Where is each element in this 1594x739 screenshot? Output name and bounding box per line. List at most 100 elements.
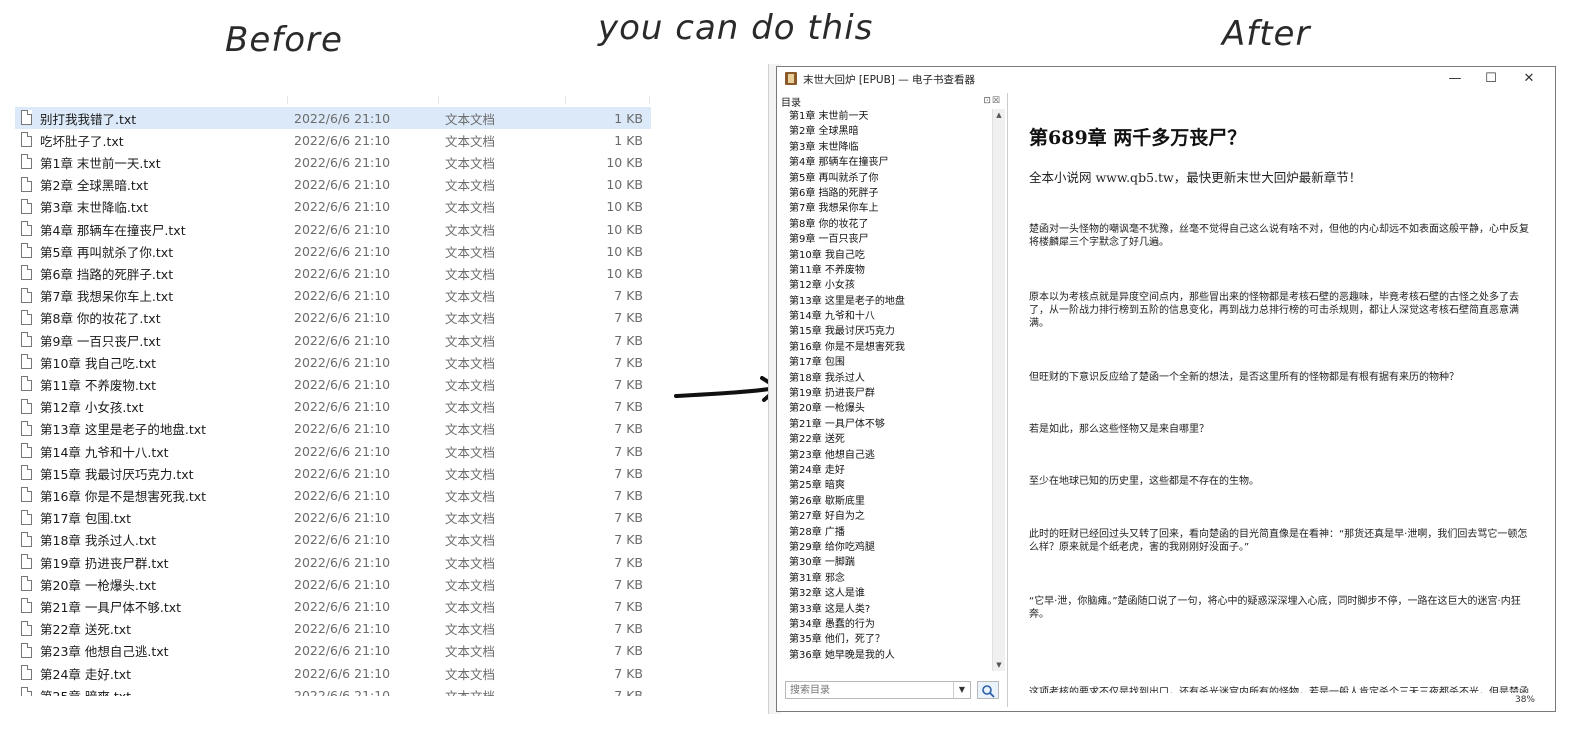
toc-item[interactable]: 第36章 她早晚是我的人	[789, 648, 989, 663]
toc-item[interactable]: 第25章 暗爽	[789, 478, 989, 493]
toc-panel: 目录 ⊡☒ 第1章 末世前一天 第2章 全球黑暗 第3章 末世降临 第4章 那辆车在撞…	[779, 93, 1008, 707]
toc-panel-buttons[interactable]: ⊡☒	[983, 96, 1001, 106]
caption-after: After	[1222, 14, 1311, 54]
file-row[interactable]: 第10章 我自己吃.txt 2022/6/6 21:10 文本文档 7 KB	[15, 351, 651, 373]
file-type: 文本文档	[445, 400, 496, 416]
toc-item[interactable]: 第14章 九爷和十八	[789, 309, 989, 324]
toc-item[interactable]: 第27章 好自为之	[789, 509, 989, 524]
file-date: 2022/6/6 21:10	[294, 154, 391, 170]
toc-item[interactable]: 第30章 一脚踹	[789, 555, 989, 570]
toc-item[interactable]: 第29章 给你吃鸡腿	[789, 540, 989, 555]
file-name: 第6章 挡路的死胖子.txt	[40, 266, 174, 282]
toc-item[interactable]: 第32章 这人是谁	[789, 586, 989, 601]
file-size: 10 KB	[606, 221, 643, 237]
toc-item[interactable]: 第12章 小女孩	[789, 278, 989, 293]
toc-search-input[interactable]	[786, 682, 960, 698]
file-name: 第17章 包围.txt	[40, 511, 132, 527]
file-row[interactable]: 别打我我错了.txt 2022/6/6 21:10 文本文档 1 KB	[15, 107, 651, 129]
file-row[interactable]: 第22章 送死.txt 2022/6/6 21:10 文本文档 7 KB	[15, 618, 651, 640]
toc-item[interactable]: 第20章 一枪爆头	[789, 401, 989, 416]
toc-item[interactable]: 第26章 歇斯底里	[789, 494, 989, 509]
scroll-up-icon[interactable]: ▲	[993, 109, 1005, 121]
file-size: 7 KB	[614, 465, 643, 481]
minimize-button[interactable]: —	[1437, 68, 1473, 90]
file-row[interactable]: 第7章 我想呆你车上.txt 2022/6/6 21:10 文本文档 7 KB	[15, 285, 651, 307]
file-row[interactable]: 吃坏肚子了.txt 2022/6/6 21:10 文本文档 1 KB	[15, 129, 651, 151]
toc-item[interactable]: 第21章 一具尸体不够	[789, 417, 989, 432]
toc-item[interactable]: 第16章 你是不是想害死我	[789, 340, 989, 355]
toc-scrollbar[interactable]: ▲ ▼	[992, 109, 1005, 671]
scroll-down-icon[interactable]: ▼	[993, 659, 1005, 671]
file-row[interactable]: 第15章 我最讨厌巧克力.txt 2022/6/6 21:10 文本文档 7 KB	[15, 462, 651, 484]
toc-item[interactable]: 第17章 包围	[789, 355, 989, 370]
title-bar[interactable]: 末世大回炉 [EPUB] — 电子书查看器 — ☐ ✕	[777, 67, 1555, 91]
ebook-viewer-window: 末世大回炉 [EPUB] — 电子书查看器 — ☐ ✕ 目录 ⊡☒ 第1章 末世…	[776, 66, 1556, 712]
toc-item[interactable]: 第2章 全球黑暗	[789, 124, 989, 139]
toc-item[interactable]: 第5章 再叫就杀了你	[789, 171, 989, 186]
file-name: 第11章 不养废物.txt	[40, 377, 157, 393]
file-name: 别打我我错了.txt	[40, 111, 137, 127]
toc-item[interactable]: 第11章 不养废物	[789, 263, 989, 278]
file-row[interactable]: 第17章 包围.txt 2022/6/6 21:10 文本文档 7 KB	[15, 507, 651, 529]
file-date: 2022/6/6 21:10	[294, 643, 391, 659]
file-size: 10 KB	[606, 199, 643, 215]
toc-item[interactable]: 第33章 这是人类?	[789, 602, 989, 617]
toc-item[interactable]: 第35章 他们，死了？	[789, 632, 989, 647]
text-file-icon	[21, 110, 32, 125]
toc-item[interactable]: 第3章 末世降临	[789, 140, 989, 155]
file-row[interactable]: 第5章 再叫就杀了你.txt 2022/6/6 21:10 文本文档 10 KB	[15, 240, 651, 262]
file-name: 第25章 暗爽.txt	[40, 686, 131, 696]
toc-item[interactable]: 第8章 你的妆花了	[789, 217, 989, 232]
file-row[interactable]: 第11章 不养废物.txt 2022/6/6 21:10 文本文档 7 KB	[15, 373, 651, 395]
toc-list: 第1章 末世前一天 第2章 全球黑暗 第3章 末世降临 第4章 那辆车在撞丧尸 第5章 …	[789, 109, 989, 671]
file-row[interactable]: 第3章 末世降临.txt 2022/6/6 21:10 文本文档 10 KB	[15, 196, 651, 218]
file-row[interactable]: 第23章 他想自己逃.txt 2022/6/6 21:10 文本文档 7 KB	[15, 640, 651, 662]
text-file-icon	[21, 443, 32, 458]
content-paragraph: 这项考核的要求不仅是找到出口，还有杀光迷宫内所有的怪物，若是一般人肯定杀个三天三…	[1029, 687, 1529, 693]
file-row[interactable]: 第16章 你是不是想害死我.txt 2022/6/6 21:10 文本文档 7 KB	[15, 484, 651, 506]
file-row[interactable]: 第2章 全球黑暗.txt 2022/6/6 21:10 文本文档 10 KB	[15, 174, 651, 196]
text-file-icon	[21, 376, 32, 392]
file-date: 2022/6/6 21:10	[294, 376, 391, 392]
toc-item[interactable]: 第1章 末世前一天	[789, 109, 989, 124]
toc-item[interactable]: 第34章 愚蠢的行为	[789, 617, 989, 632]
toc-item[interactable]: 第7章 我想呆你车上	[789, 201, 989, 216]
file-row[interactable]: 第1章 末世前一天.txt 2022/6/6 21:10 文本文档 10 KB	[15, 151, 651, 173]
search-button[interactable]	[977, 681, 999, 699]
content-paragraph: 原本以为考核点就是异度空间点内，那些冒出来的怪物都是考核石壁的恶趣味，毕竟考核石…	[1029, 292, 1519, 329]
toc-item[interactable]: 第6章 挡路的死胖子	[789, 186, 989, 201]
toc-item[interactable]: 第23章 他想自己逃	[789, 448, 989, 463]
file-row[interactable]: 第4章 那辆车在撞丧尸.txt 2022/6/6 21:10 文本文档 10 KB	[15, 218, 651, 240]
toc-item[interactable]: 第18章 我杀过人	[789, 371, 989, 386]
file-row[interactable]: 第9章 一百只丧尸.txt 2022/6/6 21:10 文本文档 7 KB	[15, 329, 651, 351]
file-row[interactable]: 第8章 你的妆花了.txt 2022/6/6 21:10 文本文档 7 KB	[15, 307, 651, 329]
chevron-down-icon[interactable]: ▼	[953, 682, 970, 698]
file-row[interactable]: 第25章 暗爽.txt 2022/6/6 21:10 文本文档 7 KB	[15, 684, 651, 696]
file-row[interactable]: 第14章 九爷和十八.txt 2022/6/6 21:10 文本文档 7 KB	[15, 440, 651, 462]
content-paragraph: 楚函对一头怪物的嘲讽毫不犹豫，丝毫不觉得自己这么说有啥不对，但他的内心却远不如表…	[1029, 224, 1529, 248]
toc-item[interactable]: 第15章 我最讨厌巧克力	[789, 324, 989, 339]
file-row[interactable]: 第24章 走好.txt 2022/6/6 21:10 文本文档 7 KB	[15, 662, 651, 684]
file-row[interactable]: 第18章 我杀过人.txt 2022/6/6 21:10 文本文档 7 KB	[15, 529, 651, 551]
text-file-icon	[21, 598, 32, 614]
toc-item[interactable]: 第9章 一百只丧尸	[789, 232, 989, 247]
file-size: 7 KB	[614, 487, 643, 503]
toc-item[interactable]: 第22章 送死	[789, 432, 989, 447]
file-row[interactable]: 第6章 挡路的死胖子.txt 2022/6/6 21:10 文本文档 10 KB	[15, 262, 651, 284]
toc-item[interactable]: 第28章 广播	[789, 525, 989, 540]
file-row[interactable]: 第13章 这里是老子的地盘.txt 2022/6/6 21:10 文本文档 7 KB	[15, 418, 651, 440]
toc-item[interactable]: 第10章 我自己吃	[789, 248, 989, 263]
file-row[interactable]: 第21章 一具尸体不够.txt 2022/6/6 21:10 文本文档 7 KB	[15, 595, 651, 617]
file-size: 7 KB	[614, 376, 643, 392]
file-row[interactable]: 第20章 一枪爆头.txt 2022/6/6 21:10 文本文档 7 KB	[15, 573, 651, 595]
file-row[interactable]: 第19章 扔进丧尸群.txt 2022/6/6 21:10 文本文档 7 KB	[15, 551, 651, 573]
close-button[interactable]: ✕	[1511, 68, 1547, 90]
toc-item[interactable]: 第31章 邪念	[789, 571, 989, 586]
toc-item[interactable]: 第13章 这里是老子的地盘	[789, 294, 989, 309]
file-row[interactable]: 第12章 小女孩.txt 2022/6/6 21:10 文本文档 7 KB	[15, 396, 651, 418]
toc-item[interactable]: 第19章 扔进丧尸群	[789, 386, 989, 401]
maximize-button[interactable]: ☐	[1473, 68, 1509, 90]
toc-item[interactable]: 第24章 走好	[789, 463, 989, 478]
file-date: 2022/6/6 21:10	[294, 443, 391, 459]
toc-item[interactable]: 第4章 那辆车在撞丧尸	[789, 155, 989, 170]
